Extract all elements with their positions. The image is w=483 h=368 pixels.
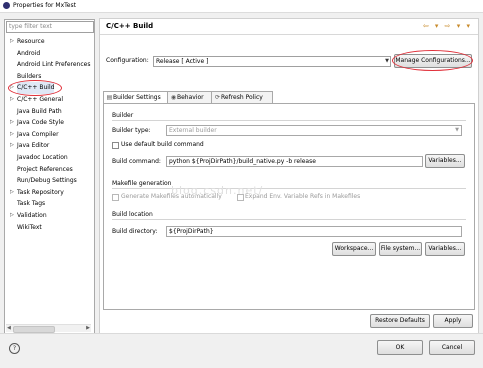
tree-item[interactable]: ▷ C/C++ General bbox=[5, 94, 94, 106]
watermark: blog.csdn.net/ bbox=[171, 184, 264, 197]
chevron-down-icon: ▼ bbox=[385, 58, 389, 64]
tree-item-label: Validation bbox=[17, 211, 47, 219]
content-pane: C/C++ Build ⇦ ▾ ⇨ ▾ ▾ Configuration: Rel… bbox=[99, 18, 479, 335]
tree-item[interactable]: Task Tags bbox=[5, 198, 94, 210]
tab-behavior[interactable]: ◉Behavior bbox=[167, 91, 213, 103]
tree-item[interactable]: ▷ Resource bbox=[5, 36, 94, 48]
scroll-right-icon[interactable]: ▶ bbox=[86, 325, 90, 331]
scroll-thumb[interactable] bbox=[13, 326, 55, 333]
workspace-button[interactable]: Workspace... bbox=[332, 242, 376, 256]
build-directory-input[interactable]: ${ProjDirPath} bbox=[166, 226, 462, 237]
tree-item[interactable]: WikiText bbox=[5, 222, 94, 234]
title-bar: Properties for MxTest bbox=[0, 0, 483, 13]
tree-item-label: Android bbox=[17, 49, 41, 57]
title-divider bbox=[100, 34, 478, 35]
tree-item[interactable]: Java Build Path bbox=[5, 106, 94, 118]
makefile-group-label: Makefile generation bbox=[112, 180, 172, 187]
build-command-label: Build command: bbox=[112, 158, 161, 165]
scroll-left-icon[interactable]: ◀ bbox=[7, 325, 11, 331]
use-default-checkbox[interactable] bbox=[112, 142, 119, 149]
tree-item-label: Javadoc Location bbox=[17, 153, 68, 161]
file-system-button[interactable]: File system... bbox=[379, 242, 422, 256]
expand-arrow-icon[interactable]: ▷ bbox=[10, 140, 16, 152]
restore-defaults-button[interactable]: Restore Defaults bbox=[370, 314, 430, 328]
tree-item[interactable]: Android bbox=[5, 48, 94, 60]
configuration-label: Configuration: bbox=[106, 57, 149, 64]
tree-item-label: Java Build Path bbox=[17, 107, 62, 115]
tree-item[interactable]: Javadoc Location bbox=[5, 152, 94, 164]
builder-type-label: Builder type: bbox=[112, 127, 151, 134]
tree-item[interactable]: ▷ C/C++ Build bbox=[5, 80, 94, 97]
build-location-group-label: Build location bbox=[112, 211, 153, 218]
help-icon[interactable]: ? bbox=[9, 343, 20, 354]
makefile-group-border bbox=[112, 188, 466, 189]
tab-refresh-policy[interactable]: ⟳Refresh Policy bbox=[211, 91, 273, 103]
tree-item[interactable]: ▷ Validation bbox=[5, 210, 94, 222]
builder-variables-button[interactable]: Variables... bbox=[425, 154, 465, 168]
tree-item-label: Task Tags bbox=[17, 200, 46, 208]
ok-button[interactable]: OK bbox=[377, 340, 423, 355]
tree-item-label: Java Code Style bbox=[17, 119, 64, 127]
tree-item-label: C/C++ General bbox=[17, 95, 64, 103]
build-command-input[interactable]: python ${ProjDirPath}/build_native.py -b… bbox=[166, 156, 423, 167]
properties-dialog: Properties for MxTest type filter text ▷… bbox=[0, 0, 483, 368]
tree-item[interactable]: Project References bbox=[5, 164, 94, 176]
use-default-label: Use default build command bbox=[121, 141, 204, 148]
tree-item-label: Java Editor bbox=[17, 142, 50, 150]
tree-item[interactable]: ▷ Task Repository bbox=[5, 187, 94, 199]
configuration-value: Release [ Active ] bbox=[156, 58, 209, 65]
tree-item-label: Project References bbox=[17, 165, 73, 173]
page-title: C/C++ Build bbox=[106, 22, 154, 30]
builder-group-border bbox=[112, 120, 466, 121]
builder-type-select[interactable]: External builder ▼ bbox=[166, 125, 462, 136]
tree-item-label: Android Lint Preferences bbox=[17, 61, 91, 69]
nav-pane: type filter text ▷ Resource Android Android… bbox=[4, 19, 95, 334]
expand-arrow-icon[interactable]: ▷ bbox=[10, 129, 16, 141]
horizontal-scrollbar[interactable]: ◀ ▶ bbox=[6, 324, 91, 333]
history-nav-icon[interactable]: ⇦ ▾ ⇨ ▾ ▾ bbox=[423, 22, 472, 30]
expand-arrow-icon[interactable]: ▷ bbox=[10, 210, 16, 222]
build-directory-label: Build directory: bbox=[112, 228, 158, 235]
generate-makefiles-checkbox[interactable] bbox=[112, 194, 119, 201]
tree-item[interactable]: Run/Debug Settings bbox=[5, 175, 94, 187]
filter-input[interactable]: type filter text bbox=[6, 21, 94, 33]
expand-arrow-icon[interactable]: ▷ bbox=[10, 187, 16, 199]
builder-settings-icon: ▤ bbox=[106, 94, 113, 101]
chevron-down-icon: ▼ bbox=[455, 127, 459, 133]
tree-item[interactable]: Android Lint Preferences bbox=[5, 59, 94, 71]
builder-settings-panel: Builder Builder type: External builder ▼… bbox=[103, 103, 475, 310]
tree-item[interactable]: ▷ Java Code Style bbox=[5, 117, 94, 129]
expand-arrow-icon[interactable]: ▷ bbox=[10, 117, 16, 129]
nav-tree: ▷ Resource Android Android Lint Preferences… bbox=[5, 36, 94, 233]
window-title: Properties for MxTest bbox=[13, 2, 76, 9]
expand-arrow-icon[interactable]: ▷ bbox=[10, 36, 16, 48]
behavior-icon: ◉ bbox=[170, 94, 177, 101]
tree-item-label: Resource bbox=[17, 38, 45, 45]
tree-item[interactable]: ▷ Java Compiler bbox=[5, 129, 94, 141]
configuration-select[interactable]: Release [ Active ] ▼ bbox=[153, 56, 391, 67]
tree-item-label: Run/Debug Settings bbox=[17, 177, 77, 185]
cancel-button[interactable]: Cancel bbox=[429, 340, 475, 355]
tree-item-label: Java Compiler bbox=[17, 130, 59, 138]
builder-group-label: Builder bbox=[112, 112, 134, 119]
tree-item-label: WikiText bbox=[17, 223, 42, 231]
highlight-annotation bbox=[392, 50, 473, 71]
apply-button[interactable]: Apply bbox=[433, 314, 473, 328]
refresh-icon: ⟳ bbox=[214, 94, 221, 101]
build-location-group-border bbox=[112, 219, 466, 220]
expand-arrow-icon[interactable]: ▷ bbox=[10, 94, 16, 106]
eclipse-icon bbox=[3, 2, 10, 9]
location-variables-button[interactable]: Variables... bbox=[425, 242, 465, 256]
tree-item-label: Task Repository bbox=[17, 188, 64, 196]
tree-item[interactable]: ▷ Java Editor bbox=[5, 140, 94, 152]
